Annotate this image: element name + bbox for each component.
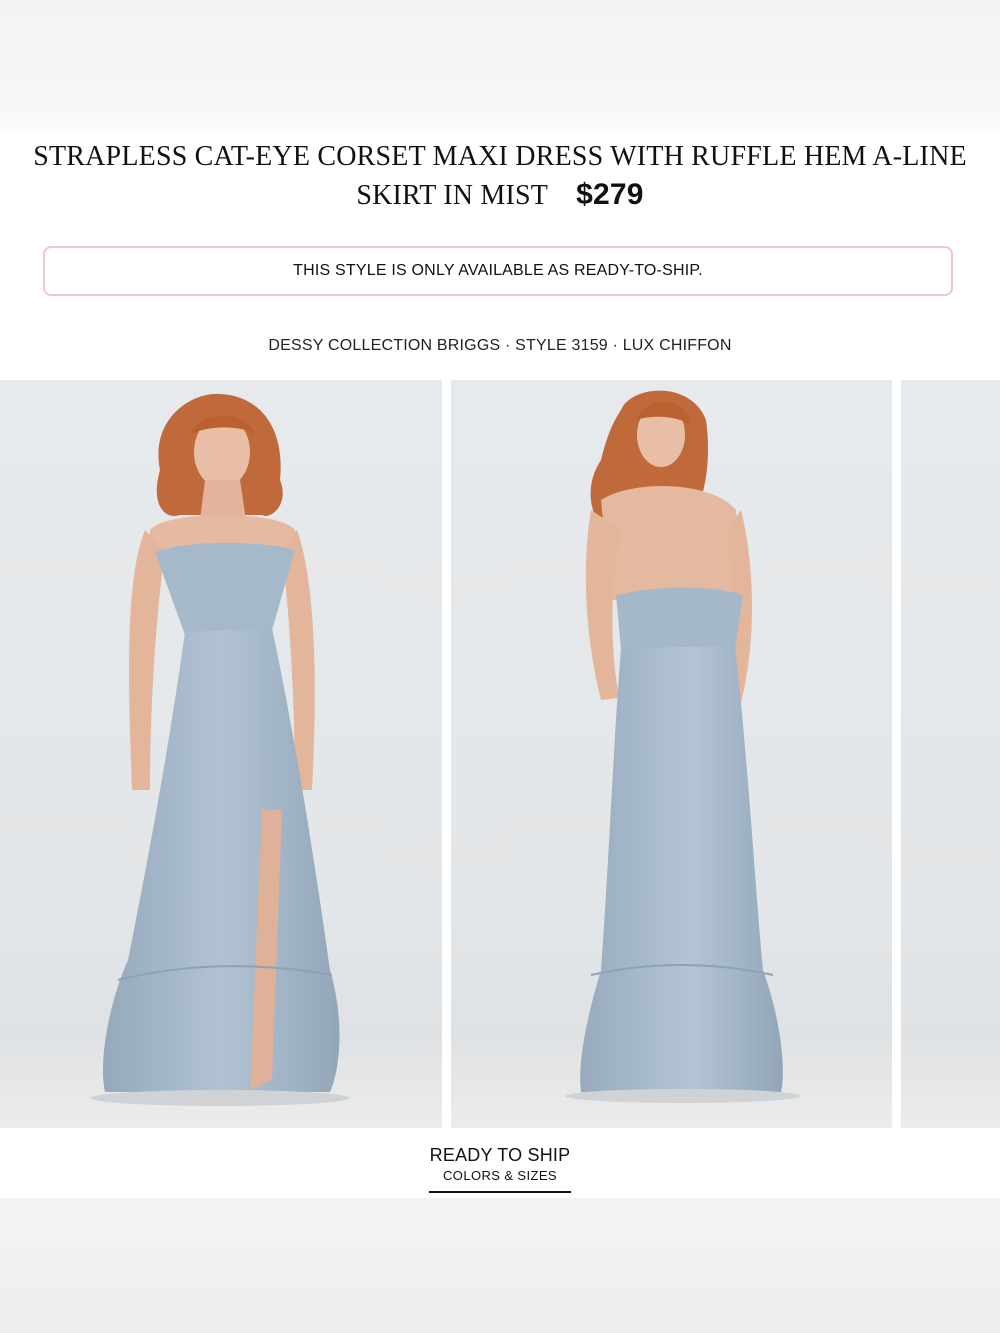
bottom-fade <box>0 1198 1000 1333</box>
product-image-back[interactable] <box>451 380 892 1128</box>
notice-text: THIS STYLE IS ONLY AVAILABLE AS READY-TO… <box>293 262 703 279</box>
ready-to-ship-notice: THIS STYLE IS ONLY AVAILABLE AS READY-TO… <box>43 246 953 296</box>
product-image-partial[interactable] <box>901 380 1000 1128</box>
product-title-text: STRAPLESS CAT-EYE CORSET MAXI DRESS WITH… <box>33 141 967 211</box>
product-meta: DESSY COLLECTION BRIGGS · STYLE 3159 · L… <box>268 337 732 354</box>
product-image-front[interactable] <box>0 380 442 1128</box>
tab-title: READY TO SHIP <box>429 1145 571 1165</box>
top-fade <box>0 0 1000 132</box>
product-gallery[interactable] <box>0 380 1000 1128</box>
product-price: $279 <box>576 178 644 211</box>
tab-ready-to-ship[interactable]: READY TO SHIP COLORS & SIZES <box>429 1143 571 1193</box>
tab-subtitle: COLORS & SIZES <box>443 1168 557 1183</box>
product-title: STRAPLESS CAT-EYE CORSET MAXI DRESS WITH… <box>20 138 980 215</box>
